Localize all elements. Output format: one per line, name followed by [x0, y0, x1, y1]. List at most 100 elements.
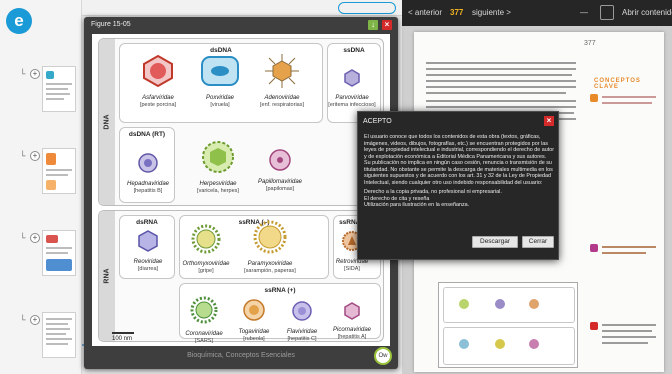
scale-label: 100 nm — [112, 336, 133, 342]
picornaviridae-icon — [344, 302, 360, 320]
virus-name: Reoviridae — [133, 259, 163, 265]
next-page-button[interactable]: siguiente > — [472, 8, 511, 18]
virus-hepadnaviridae: Hepadnaviridae [hepatitis B] — [118, 152, 178, 195]
page-number-label: 377 — [584, 40, 596, 47]
virus-disease: [hepatitis B] — [133, 188, 163, 194]
figure-window: Figure 15-05 ↓ × DNA dsDNA ssDNA dsDNA (… — [84, 17, 398, 369]
virus-adenoviridae: Adenoviridae [enf. respiratorias] — [252, 54, 312, 109]
dialog-title: ACEPTO — [363, 118, 392, 125]
virus-disease: [gripe] — [198, 268, 214, 274]
virus-disease: [papilomas] — [265, 186, 295, 192]
tree-expander-icon[interactable]: └ — [20, 234, 30, 244]
figure-title: Figure 15-05 — [91, 21, 131, 28]
tree-expander-icon[interactable]: └ — [20, 316, 30, 326]
asfarviridae-icon — [143, 54, 173, 88]
group-title: ssRNA (+) — [264, 287, 296, 294]
group-title: ssDNA — [343, 47, 365, 54]
note-icon — [590, 244, 598, 252]
close-icon[interactable]: × — [382, 20, 392, 30]
virus-disease: [peste porcina] — [139, 102, 177, 108]
hepadnaviridae-icon — [138, 153, 158, 173]
reader-toolbar: < anterior 377 siguiente > — Abrir conte… — [402, 0, 672, 26]
rna-band-label: RNA — [99, 211, 115, 341]
group-title: dsDNA — [210, 47, 232, 54]
thumbnail-row[interactable]: └ + — [0, 228, 82, 284]
page-number[interactable]: 377 — [450, 8, 463, 18]
app-logo[interactable]: e — [6, 8, 32, 34]
close-button[interactable]: Cerrar — [522, 236, 554, 248]
content-header-strip — [82, 0, 402, 16]
close-icon[interactable]: × — [544, 116, 554, 126]
note-icon — [590, 94, 598, 102]
warning-icon — [590, 322, 598, 330]
virus-name: Asfarviridae — [142, 95, 174, 101]
thumbnail-row[interactable]: └ + — [0, 64, 82, 120]
dna-band-label: DNA — [99, 39, 115, 205]
download-icon[interactable]: ↓ — [368, 20, 378, 30]
virus-disease: [diarrea] — [137, 266, 159, 272]
togaviridae-icon — [243, 299, 265, 321]
thumbnail-row[interactable]: └ + — [0, 146, 82, 202]
virus-name: Herpesviridae — [199, 181, 237, 187]
tree-expander-icon[interactable]: └ — [20, 152, 30, 162]
virus-disease: [varicela, herpes] — [197, 188, 239, 194]
add-icon[interactable]: + — [30, 69, 40, 79]
virus-name: Retroviridae — [335, 259, 369, 265]
virus-name: Picornaviridae — [332, 327, 372, 333]
parvoviridae-icon — [344, 69, 360, 87]
minus-icon[interactable]: — — [580, 8, 588, 18]
document-icon[interactable] — [600, 5, 614, 20]
virus-herpesviridae: Herpesviridae [varicela, herpes] — [188, 140, 248, 195]
virus-name: Poxviridae — [205, 95, 234, 101]
virus-name: Adenoviridae — [264, 95, 300, 101]
contents-button[interactable]: Abrir contenidos — [622, 8, 672, 18]
add-icon[interactable]: + — [30, 315, 40, 325]
virus-disease: [eritema infeccioso] — [328, 102, 376, 108]
thumbnail-row[interactable]: └ + — [0, 310, 82, 366]
page-thumbnail[interactable] — [42, 148, 76, 194]
license-dialog: ACEPTO × El usuario conoce que todos los… — [357, 111, 559, 260]
virus-disease: [viruela] — [210, 102, 230, 108]
header-pill — [338, 2, 396, 14]
coronaviridae-icon — [190, 296, 218, 324]
virus-paramyxoviridae: Paramyxoviridae [sarampión, paperas] — [240, 220, 300, 275]
page-thumbnail[interactable] — [42, 230, 76, 276]
add-icon[interactable]: + — [30, 151, 40, 161]
virus-name: Paramyxoviridae — [247, 261, 293, 267]
virus-disease: [SIDA] — [344, 266, 360, 272]
papillomaviridae-icon — [269, 149, 291, 171]
virus-disease: [enf. respiratorias] — [259, 102, 305, 108]
orthomyxoviridae-icon — [191, 224, 221, 254]
page-thumbnail[interactable] — [42, 312, 76, 358]
dialog-body: El usuario conoce que todos los contenid… — [364, 134, 554, 212]
virus-picornaviridae: Picornaviridae [hepatitis A] — [322, 302, 382, 341]
virus-reoviridae: Reoviridae [diarrea] — [118, 230, 178, 273]
virus-orthomyxoviridae: Orthomyxoviridae [gripe] — [176, 224, 236, 275]
license-item: Utilización para ilustración en la enseñ… — [364, 202, 470, 208]
virus-asfarviridae: Asfarviridae [peste porcina] — [128, 54, 188, 109]
virus-poxviridae: Poxviridae [viruela] — [190, 54, 250, 109]
page-figure-thumbnail[interactable] — [438, 282, 578, 368]
virus-name: Parvoviridae — [335, 95, 369, 101]
virus-disease: [sarampión, paperas] — [244, 268, 296, 274]
adenoviridae-icon — [265, 54, 299, 88]
page-thumbnail[interactable] — [42, 66, 76, 112]
poxviridae-icon — [201, 56, 239, 86]
paramyxoviridae-icon — [253, 220, 287, 254]
license-paragraph: El usuario conoce que todos los contenid… — [364, 134, 554, 186]
figure-footer: Bioquímica, Conceptos Esenciales — [187, 352, 295, 359]
tree-expander-icon[interactable]: └ — [20, 70, 30, 80]
group-title: dsRNA — [136, 219, 158, 226]
add-icon[interactable]: + — [30, 233, 40, 243]
zoom-icon[interactable]: Ow — [374, 347, 392, 365]
download-button[interactable]: Descargar — [472, 236, 518, 248]
prev-page-button[interactable]: < anterior — [408, 8, 442, 18]
virus-parvoviridae: Parvoviridae [eritema infeccioso] — [322, 68, 382, 109]
reoviridae-icon — [138, 230, 158, 252]
virus-name: Orthomyxoviridae — [182, 261, 230, 267]
figure-canvas: DNA dsDNA ssDNA dsDNA (RT) RNA dsRNA ssR… — [92, 34, 390, 346]
scale-bar — [112, 332, 134, 334]
group-title: dsDNA (RT) — [128, 131, 166, 138]
virus-name: Hepadnaviridae — [126, 181, 170, 187]
virus-papillomaviridae: Papillomaviridae [papilomas] — [250, 148, 310, 193]
